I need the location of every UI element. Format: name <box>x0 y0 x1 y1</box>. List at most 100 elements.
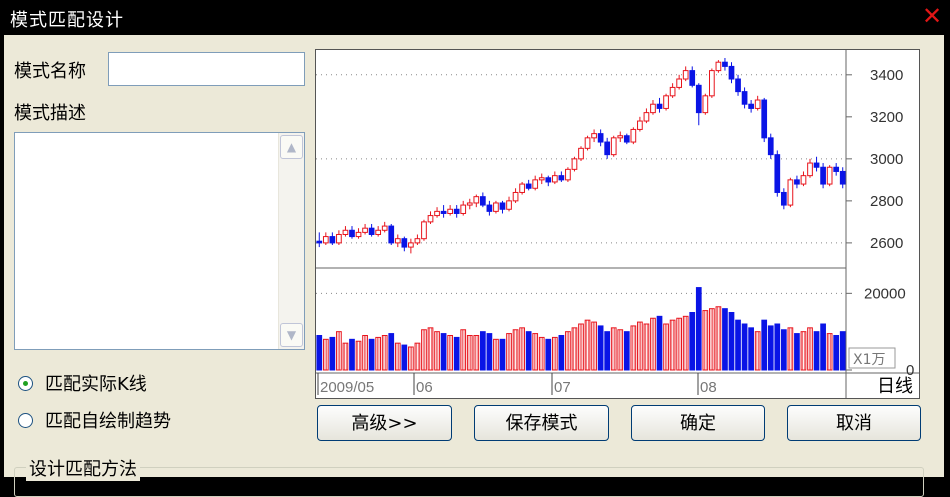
volume-bar <box>453 336 460 371</box>
advanced-button[interactable]: 高级>> <box>317 405 452 441</box>
candle-body <box>780 191 787 206</box>
scroll-up-icon[interactable]: ▲ <box>280 135 303 159</box>
volume-bar <box>427 327 434 371</box>
cancel-button[interactable]: 取消 <box>787 405 921 441</box>
volume-bar <box>728 312 735 371</box>
volume-bar <box>414 342 421 371</box>
candle-body <box>447 208 453 214</box>
volume-bar <box>525 331 532 371</box>
volume-bar <box>440 333 447 371</box>
pattern-name-input[interactable] <box>108 52 305 86</box>
candle-body <box>375 229 382 235</box>
volume-bar <box>388 333 395 371</box>
ok-button[interactable]: 确定 <box>631 405 765 441</box>
volume-bar <box>695 287 702 371</box>
volume-bar <box>780 329 787 371</box>
candle-body <box>466 202 473 206</box>
radio-match-drawn[interactable]: 匹配自绘制趋势 <box>18 407 171 433</box>
candle-body <box>565 168 571 181</box>
x-tick-label: 2009/05 <box>320 379 374 396</box>
volume-bar <box>761 319 768 371</box>
volume-bar <box>329 336 336 371</box>
candle-body <box>643 112 650 122</box>
candle-body <box>623 135 630 143</box>
volume-bar <box>322 338 329 371</box>
candle-body <box>604 141 611 156</box>
volume-bar <box>820 323 826 371</box>
candle-body <box>702 95 709 114</box>
scroll-down-icon[interactable]: ▼ <box>280 323 303 347</box>
volume-bar <box>512 329 519 371</box>
close-icon[interactable]: ✕ <box>921 4 943 28</box>
volume-bar <box>342 342 349 371</box>
match-method-group-label: 设计匹配方法 <box>26 455 140 481</box>
volume-bar <box>486 333 493 371</box>
candle-body <box>813 162 820 168</box>
candle-body <box>597 133 604 143</box>
candle-body <box>408 242 414 248</box>
candle-body <box>820 166 826 185</box>
candle-body <box>355 231 362 238</box>
candle-body <box>682 70 689 80</box>
candle-body <box>754 99 761 109</box>
x-tick-label: 08 <box>700 379 717 396</box>
price-tick-label: 2600 <box>870 235 903 252</box>
candle-body <box>630 128 637 143</box>
save-pattern-button[interactable]: 保存模式 <box>474 405 609 441</box>
volume-bar <box>493 338 499 371</box>
volume-bar <box>813 331 820 371</box>
volume-bar <box>499 338 506 371</box>
candle-body <box>656 103 663 109</box>
candle-body <box>519 183 525 193</box>
candlestick-chart[interactable]: 26002800300032003400020000X1万2009/05 06 07… <box>316 50 919 398</box>
volume-bar <box>519 327 525 371</box>
volume-bar <box>800 331 807 371</box>
chart-frame: 2600 2800 3000 3200 3400 0 20000 X1万 2009/05 06 07… <box>315 49 920 399</box>
volume-bar <box>826 333 833 371</box>
candle-body <box>637 120 643 130</box>
candle-body <box>362 227 368 233</box>
volume-bar <box>787 327 794 371</box>
volume-bar <box>316 335 323 371</box>
volume-bar <box>368 338 375 371</box>
candle-body <box>709 70 715 97</box>
radio-dot-icon[interactable] <box>18 412 33 428</box>
volume-bar <box>630 325 637 371</box>
volume-bar <box>571 327 578 371</box>
volume-bar <box>558 335 565 371</box>
pattern-desc-textarea[interactable]: ▲ ▼ <box>14 132 305 350</box>
volume-bar <box>466 335 473 371</box>
match-method-group <box>14 467 924 497</box>
x-tick-label: 06 <box>416 379 433 396</box>
volume-bar <box>676 317 683 371</box>
candle-body <box>414 238 421 244</box>
radio-match-actual[interactable]: 匹配实际K线 <box>18 370 147 396</box>
candle-body <box>715 61 722 72</box>
candle-body <box>434 210 440 217</box>
desc-scrollbar[interactable]: ▲ ▼ <box>278 133 304 349</box>
candle-body <box>610 137 617 156</box>
candle-body <box>728 65 735 80</box>
price-tick-label: 3000 <box>870 151 903 168</box>
candle-body <box>486 204 493 212</box>
candle-body <box>800 175 807 185</box>
volume-bar <box>375 336 382 371</box>
candle-body <box>440 210 447 214</box>
candle-body <box>650 103 656 114</box>
volume-bar <box>610 327 617 371</box>
window-title: 模式匹配设计 <box>10 10 124 31</box>
candle-body <box>695 84 702 114</box>
volume-bar <box>349 338 355 371</box>
candle-body <box>493 202 499 212</box>
volume-bar <box>839 331 846 371</box>
volume-bar <box>748 327 754 371</box>
volume-bar <box>722 308 728 371</box>
candle-body <box>689 70 696 86</box>
candle-body <box>479 196 486 206</box>
candle-body <box>761 99 768 139</box>
volume-bar <box>741 323 748 371</box>
candle-body <box>394 238 401 244</box>
candle-body <box>807 162 813 177</box>
price-tick-label: 2800 <box>870 193 903 210</box>
radio-dot-icon[interactable] <box>18 375 33 391</box>
